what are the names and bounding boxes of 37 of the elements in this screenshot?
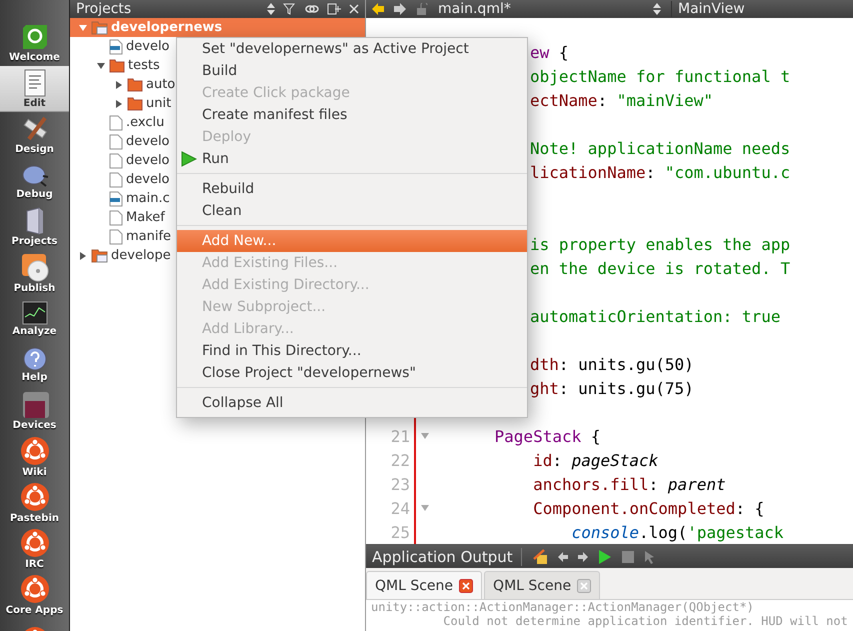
tree-item-label: manife <box>126 229 172 244</box>
tree-item-label: tests <box>128 58 160 73</box>
code-line: PageStack { <box>494 426 600 446</box>
output-line: unity::action::ActionManager::ActionManager(QObject*) <box>371 600 755 614</box>
code-line: objectName for functional t <box>530 66 790 86</box>
tree-item-label: develo <box>126 39 170 54</box>
tree-item-label: auto <box>146 77 176 92</box>
tree-item-label: develo <box>126 153 170 168</box>
line-number: 23 <box>390 474 410 494</box>
code-line: Note! applicationName needs <box>530 138 790 158</box>
tree-item-label: develope <box>111 248 171 263</box>
code-line: automaticOrientation: true <box>530 306 780 326</box>
output-line: Could not determine application identifier. HUD will not <box>442 614 849 628</box>
panel-title: Projects <box>76 1 132 17</box>
code-line: anchors.fill: parent <box>532 474 726 494</box>
tree-item-label: develo <box>126 172 170 187</box>
line-number: 25 <box>390 522 410 542</box>
code-line: console.log('pagestack <box>570 522 784 542</box>
line-number: 21 <box>390 426 410 446</box>
code-line: licationName: "com.ubuntu.c <box>530 162 790 182</box>
code-line: dth: units.gu(50) <box>530 354 694 374</box>
tree-item-label: develo <box>126 134 170 149</box>
code-line: Component.onCompleted: { <box>532 498 764 518</box>
code-line: id: pageStack <box>532 450 658 470</box>
code-line: ght: units.gu(75) <box>530 378 694 398</box>
tree-item-label: .exclu <box>126 115 164 130</box>
line-number: 24 <box>390 498 410 518</box>
code-line: is property enables the app <box>530 234 790 254</box>
line-number: 22 <box>390 450 410 470</box>
panel-title: Application Output <box>372 548 522 566</box>
tree-item-label: unit <box>146 96 172 111</box>
code-line: ew { <box>530 42 569 62</box>
tree-item-label: main.c <box>126 191 170 206</box>
tree-item-label: Makef <box>126 210 165 225</box>
code-line: ectName: "mainView" <box>530 90 714 110</box>
tree-item-label: developernews <box>111 20 222 35</box>
code-line: en the device is rotated. T <box>530 258 790 278</box>
